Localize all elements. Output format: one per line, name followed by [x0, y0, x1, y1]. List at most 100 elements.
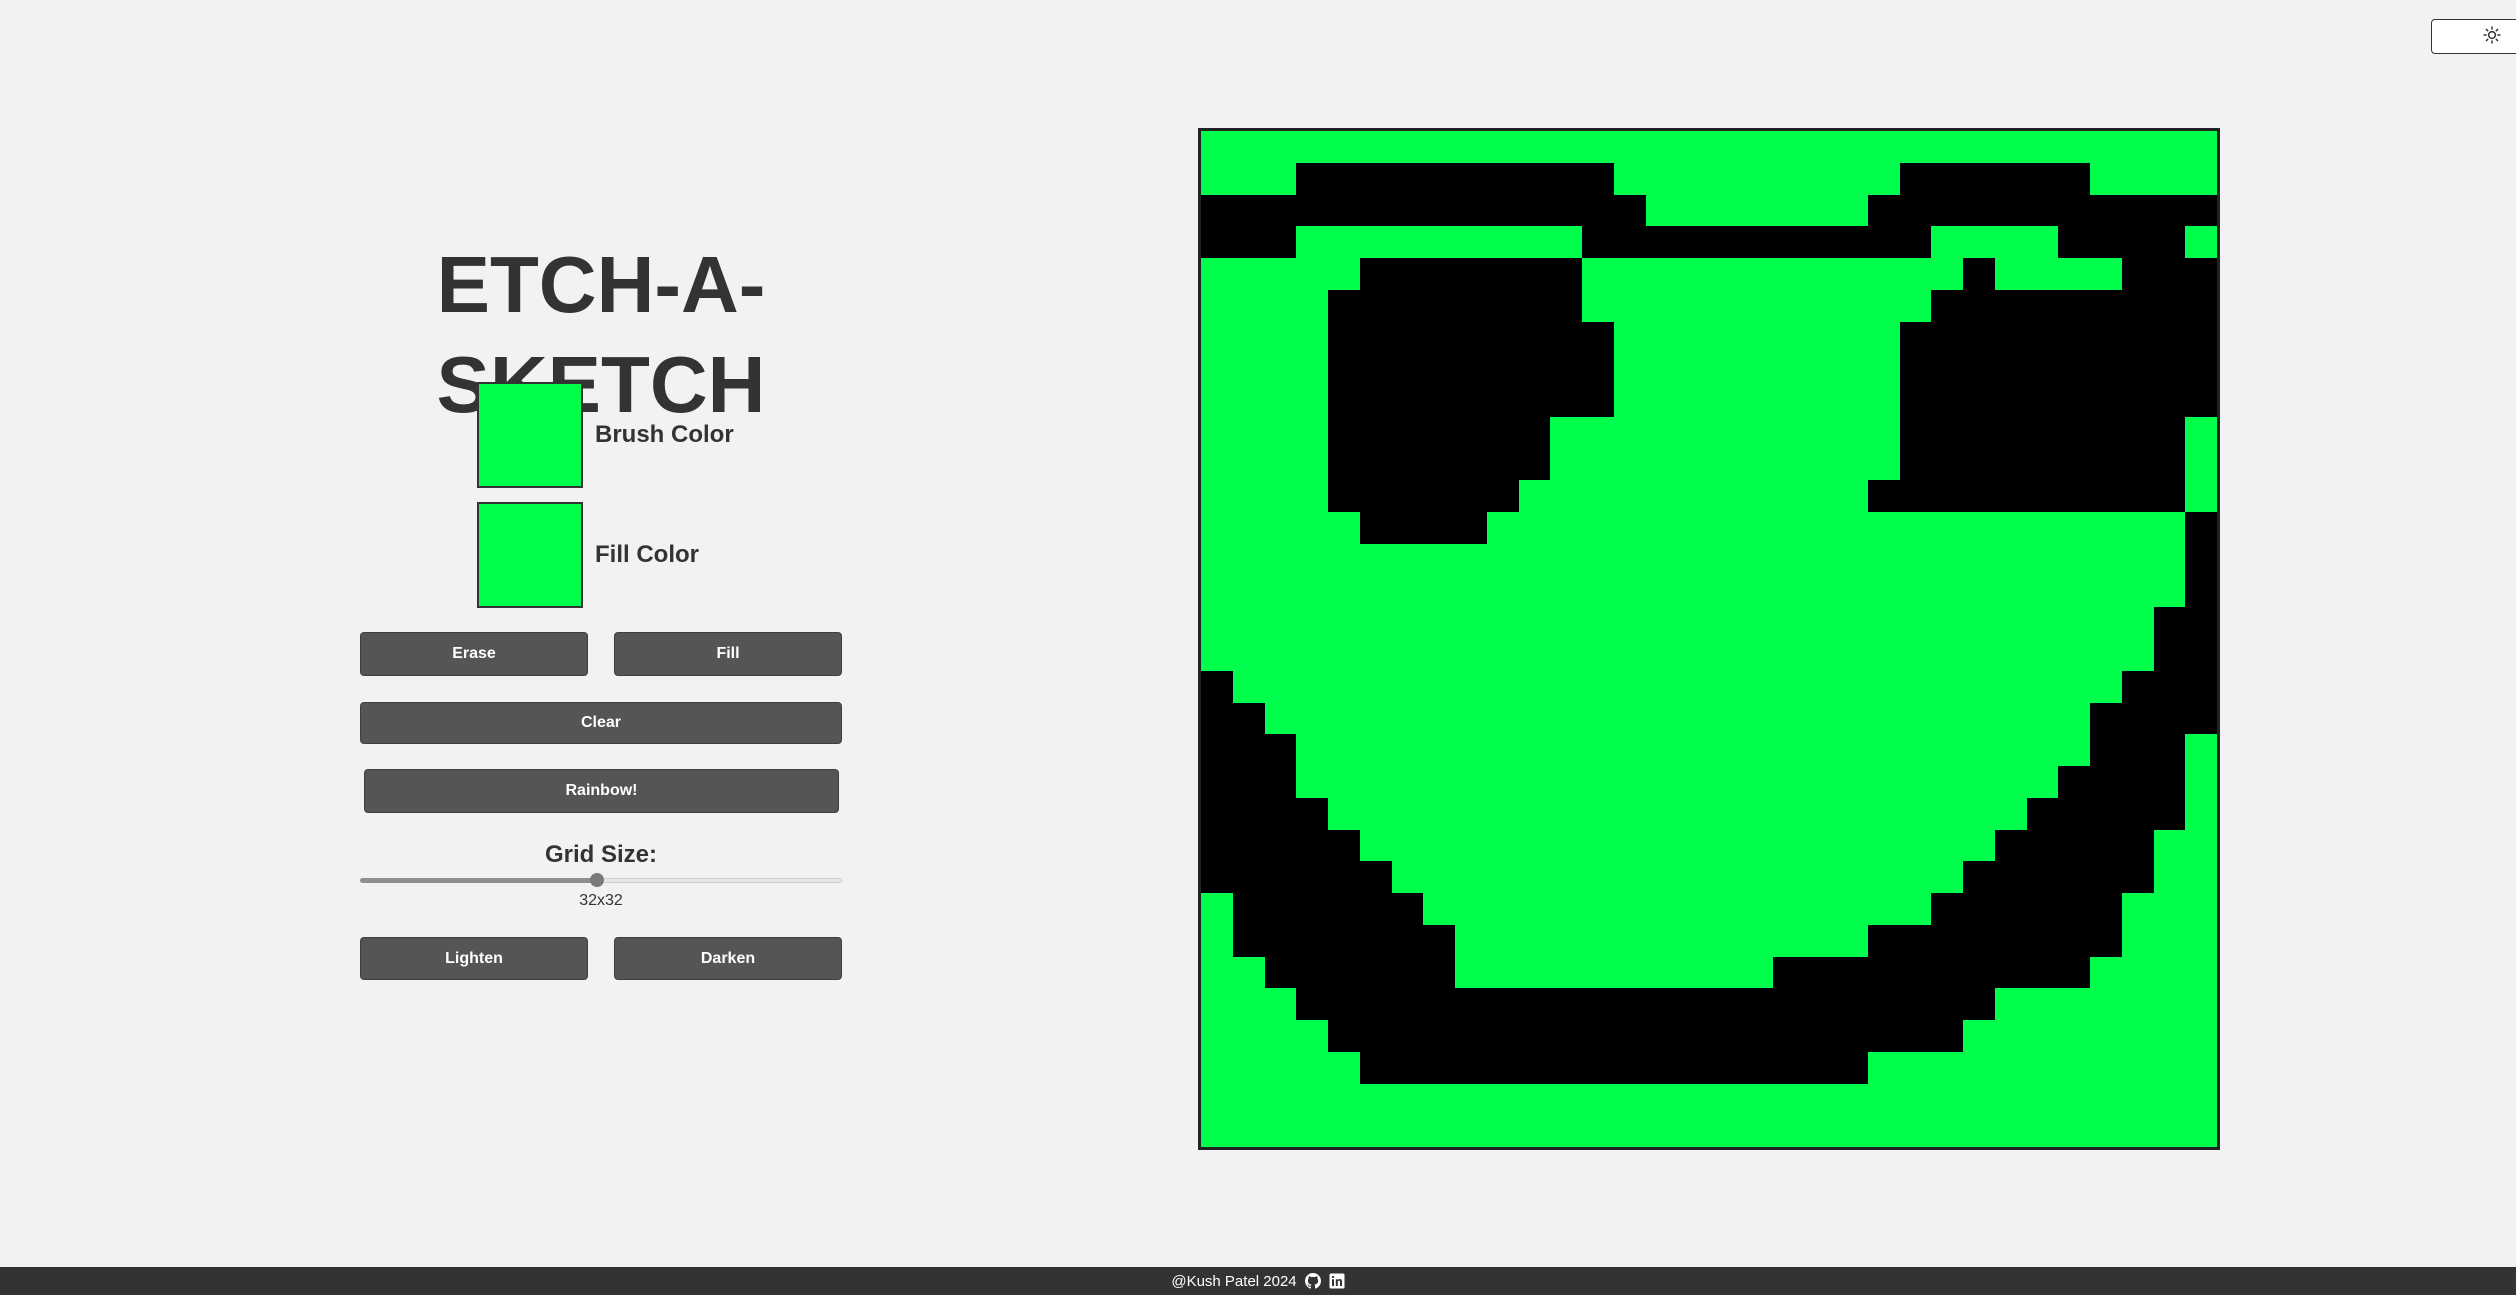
grid-cell[interactable]: [1486, 543, 1519, 576]
grid-cell[interactable]: [1455, 734, 1487, 766]
grid-cell[interactable]: [1518, 1051, 1551, 1084]
grid-cell[interactable]: [1645, 861, 1678, 893]
grid-cell[interactable]: [2090, 829, 2122, 862]
grid-cell[interactable]: [1677, 1020, 1709, 1052]
grid-cell[interactable]: [1613, 226, 1646, 258]
grid-cell[interactable]: [1804, 258, 1836, 290]
grid-cell[interactable]: [1645, 416, 1678, 449]
grid-cell[interactable]: [1899, 1083, 1932, 1116]
grid-cell[interactable]: [1518, 162, 1551, 195]
grid-cell[interactable]: [1391, 543, 1424, 576]
grid-cell[interactable]: [1613, 1115, 1646, 1147]
grid-cell[interactable]: [1582, 321, 1614, 354]
grid-cell[interactable]: [1613, 1051, 1646, 1084]
grid-cell[interactable]: [1518, 226, 1551, 258]
grid-cell[interactable]: [1201, 162, 1233, 195]
grid-cell[interactable]: [1677, 1051, 1709, 1084]
grid-cell[interactable]: [1867, 194, 1900, 227]
grid-cell[interactable]: [1963, 131, 1995, 163]
grid-cell[interactable]: [2058, 162, 2090, 195]
grid-cell[interactable]: [2090, 289, 2122, 322]
grid-cell[interactable]: [2026, 321, 2059, 354]
grid-cell[interactable]: [1772, 734, 1805, 766]
grid-cell[interactable]: [1455, 702, 1487, 735]
grid-cell[interactable]: [2090, 607, 2122, 639]
grid-cell[interactable]: [1455, 353, 1487, 385]
grid-cell[interactable]: [1550, 988, 1582, 1020]
grid-cell[interactable]: [1804, 956, 1836, 989]
grid-cell[interactable]: [1328, 353, 1360, 385]
grid-cell[interactable]: [1232, 226, 1265, 258]
grid-cell[interactable]: [1264, 194, 1297, 227]
grid-cell[interactable]: [2058, 385, 2090, 417]
grid-cell[interactable]: [1296, 1051, 1328, 1084]
grid-cell[interactable]: [1518, 1083, 1551, 1116]
grid-cell[interactable]: [1804, 131, 1836, 163]
grid-cell[interactable]: [1582, 702, 1614, 735]
grid-cell[interactable]: [1550, 956, 1582, 989]
grid-cell[interactable]: [1645, 131, 1678, 163]
grid-cell[interactable]: [2090, 670, 2122, 703]
grid-cell[interactable]: [1772, 480, 1805, 512]
grid-cell[interactable]: [2058, 988, 2090, 1020]
linkedin-link[interactable]: [1329, 1273, 1345, 1289]
grid-cell[interactable]: [1201, 639, 1233, 671]
grid-cell[interactable]: [1201, 131, 1233, 163]
grid-cell[interactable]: [1613, 1020, 1646, 1052]
grid-cell[interactable]: [2153, 1115, 2186, 1147]
grid-cell[interactable]: [1423, 1083, 1455, 1116]
grid-cell[interactable]: [1899, 480, 1932, 512]
grid-cell[interactable]: [1899, 670, 1932, 703]
grid-cell[interactable]: [2121, 988, 2154, 1020]
grid-cell[interactable]: [1201, 480, 1233, 512]
grid-cell[interactable]: [1709, 639, 1741, 671]
grid-cell[interactable]: [1613, 734, 1646, 766]
grid-cell[interactable]: [2026, 734, 2059, 766]
grid-cell[interactable]: [1709, 1051, 1741, 1084]
grid-cell[interactable]: [1296, 543, 1328, 576]
grid-cell[interactable]: [1709, 416, 1741, 449]
grid-cell[interactable]: [1994, 1115, 2027, 1147]
grid-cell[interactable]: [1232, 321, 1265, 354]
grid-cell[interactable]: [1550, 226, 1582, 258]
grid-cell[interactable]: [2185, 416, 2217, 449]
grid-cell[interactable]: [1867, 1083, 1900, 1116]
grid-cell[interactable]: [2153, 289, 2186, 322]
grid-cell[interactable]: [1740, 258, 1773, 290]
grid-cell[interactable]: [1201, 702, 1233, 735]
grid-cell[interactable]: [1899, 321, 1932, 354]
grid-cell[interactable]: [1518, 797, 1551, 830]
grid-cell[interactable]: [1836, 416, 1868, 449]
grid-cell[interactable]: [1963, 766, 1995, 798]
grid-cell[interactable]: [2058, 702, 2090, 735]
grid-cell[interactable]: [1994, 194, 2027, 227]
grid-cell[interactable]: [2121, 512, 2154, 544]
grid-cell[interactable]: [1963, 226, 1995, 258]
grid-cell[interactable]: [1963, 448, 1995, 481]
grid-cell[interactable]: [1836, 670, 1868, 703]
grid-cell[interactable]: [1867, 766, 1900, 798]
grid-cell[interactable]: [1772, 226, 1805, 258]
grid-cell[interactable]: [1264, 385, 1297, 417]
grid-cell[interactable]: [1836, 353, 1868, 385]
grid-cell[interactable]: [1423, 353, 1455, 385]
grid-cell[interactable]: [1486, 797, 1519, 830]
slider-thumb[interactable]: [590, 873, 605, 887]
grid-cell[interactable]: [1391, 194, 1424, 227]
grid-cell[interactable]: [1486, 924, 1519, 957]
grid-cell[interactable]: [1518, 353, 1551, 385]
grid-cell[interactable]: [1709, 131, 1741, 163]
grid-cell[interactable]: [1518, 639, 1551, 671]
grid-cell[interactable]: [1518, 194, 1551, 227]
grid-cell[interactable]: [1328, 766, 1360, 798]
grid-cell[interactable]: [2185, 670, 2217, 703]
grid-cell[interactable]: [1359, 258, 1392, 290]
grid-cell[interactable]: [2185, 607, 2217, 639]
grid-cell[interactable]: [2026, 1083, 2059, 1116]
grid-cell[interactable]: [1613, 448, 1646, 481]
grid-cell[interactable]: [1867, 639, 1900, 671]
grid-cell[interactable]: [2153, 162, 2186, 195]
grid-cell[interactable]: [1613, 194, 1646, 227]
grid-cell[interactable]: [1359, 607, 1392, 639]
grid-cell[interactable]: [1201, 924, 1233, 957]
